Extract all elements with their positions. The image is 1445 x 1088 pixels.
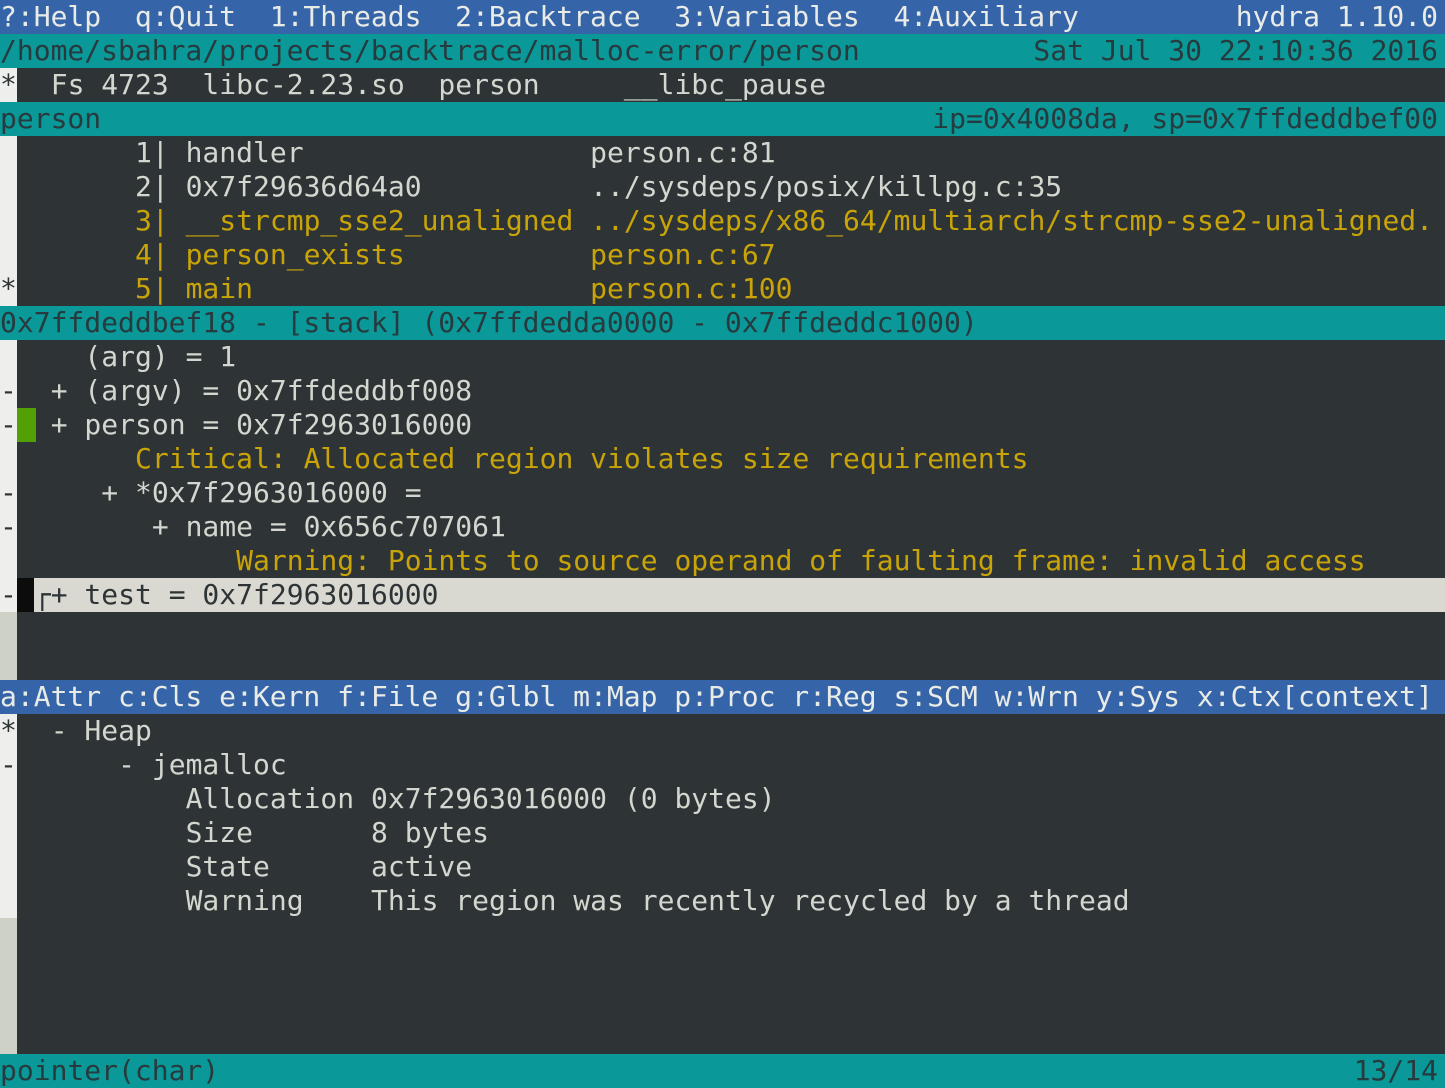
- expand-marker[interactable]: -: [0, 578, 17, 612]
- gutter-cell: [0, 612, 17, 646]
- expand-marker[interactable]: -: [0, 510, 17, 544]
- expand-marker[interactable]: -: [0, 476, 17, 510]
- stack-region-bar: 0x7ffdeddbef18 - [stack] (0x7ffdedda0000…: [0, 306, 1445, 340]
- backtrace-frame[interactable]: 1| handler person.c:81: [17, 136, 1445, 170]
- frame-marker: [0, 136, 17, 170]
- auxiliary-key-bar: a:Attr c:Cls e:Kern f:File g:Glbl m:Map …: [0, 680, 1445, 714]
- variable-text[interactable]: + *0x7f2963016000 =: [17, 476, 1445, 510]
- frame-marker: *: [0, 272, 17, 306]
- critical-message: Critical: Allocated region violates size…: [17, 442, 1445, 476]
- heap-detail-row: Size 8 bytes: [0, 816, 1445, 850]
- variable-row-selected[interactable]: - ┌+ test = 0x7f2963016000: [0, 578, 1445, 612]
- green-marker-cell: [17, 408, 36, 442]
- variable-row[interactable]: - + name = 0x656c707061: [0, 510, 1445, 544]
- variable-row[interactable]: - + (argv) = 0x7ffdeddbf008: [0, 374, 1445, 408]
- frame-function: person: [0, 102, 101, 136]
- auxiliary-shortcuts[interactable]: a:Attr c:Cls e:Kern f:File g:Glbl m:Map …: [0, 680, 1433, 714]
- backtrace-row[interactable]: * 5| main person.c:100: [0, 272, 1445, 306]
- heap-detail: Warning This region was recently recycle…: [17, 884, 1445, 918]
- gutter-cell: [0, 646, 17, 680]
- thread-marker: *: [0, 68, 17, 102]
- gutter-cell: [0, 918, 17, 952]
- variable-text[interactable]: ┌+ test = 0x7f2963016000: [17, 578, 1445, 612]
- expand-marker[interactable]: -: [0, 408, 17, 442]
- stack-region-info: 0x7ffdeddbef18 - [stack] (0x7ffdedda0000…: [0, 306, 978, 340]
- warning-message: Warning: Points to source operand of fau…: [17, 544, 1445, 578]
- backtrace-row[interactable]: 1| handler person.c:81: [0, 136, 1445, 170]
- heap-marker: [0, 782, 17, 816]
- empty-row: [0, 952, 1445, 986]
- clock: Sat Jul 30 22:10:36 2016: [1033, 34, 1438, 68]
- variable-text[interactable]: (arg) = 1: [17, 340, 1445, 374]
- heap-detail: Size 8 bytes: [17, 816, 1445, 850]
- expand-marker: [0, 544, 17, 578]
- heap-marker: [0, 816, 17, 850]
- backtrace-frame[interactable]: 2| 0x7f29636d64a0 ../sysdeps/posix/killp…: [17, 170, 1445, 204]
- heap-marker: [0, 850, 17, 884]
- gutter-cell: [0, 952, 17, 986]
- heap-node[interactable]: - Heap: [17, 714, 1445, 748]
- heap-marker: *: [0, 714, 17, 748]
- status-bar: pointer(char) 13/14: [0, 1054, 1445, 1088]
- heap-detail-row: Allocation 0x7f2963016000 (0 bytes): [0, 782, 1445, 816]
- heap-detail: Allocation 0x7f2963016000 (0 bytes): [17, 782, 1445, 816]
- thread-row[interactable]: * Fs 4723 libc-2.23.so person __libc_pau…: [0, 68, 1445, 102]
- position-indicator: 13/14: [1354, 1054, 1438, 1088]
- variable-text[interactable]: + person = 0x7f2963016000: [17, 408, 1445, 442]
- frame-bar: person ip=0x4008da, sp=0x7ffdeddbef00: [0, 102, 1445, 136]
- empty-row: [0, 1020, 1445, 1054]
- variable-row[interactable]: - + person = 0x7f2963016000: [0, 408, 1445, 442]
- type-indicator: pointer(char): [0, 1054, 219, 1088]
- menu-bar: ?:Help q:Quit 1:Threads 2:Backtrace 3:Va…: [0, 0, 1445, 34]
- menu-shortcuts[interactable]: ?:Help q:Quit 1:Threads 2:Backtrace 3:Va…: [0, 0, 1079, 34]
- frame-marker: [0, 204, 17, 238]
- variable-row[interactable]: (arg) = 1: [0, 340, 1445, 374]
- expand-marker: [0, 340, 17, 374]
- backtrace-row[interactable]: 2| 0x7f29636d64a0 ../sysdeps/posix/killp…: [0, 170, 1445, 204]
- gutter-cell: [0, 986, 17, 1020]
- backtrace-frame[interactable]: 4| person_exists person.c:67: [17, 238, 1445, 272]
- working-directory: /home/sbahra/projects/backtrace/malloc-e…: [0, 34, 860, 68]
- heap-detail: State active: [17, 850, 1445, 884]
- empty-row: [0, 612, 1445, 646]
- path-bar: /home/sbahra/projects/backtrace/malloc-e…: [0, 34, 1445, 68]
- frame-registers: ip=0x4008da, sp=0x7ffdeddbef00: [932, 102, 1438, 136]
- heap-node[interactable]: - jemalloc: [17, 748, 1445, 782]
- variable-text[interactable]: + name = 0x656c707061: [17, 510, 1445, 544]
- frame-marker: [0, 238, 17, 272]
- backtrace-frame[interactable]: 5| main person.c:100: [17, 272, 1445, 306]
- heap-tree-row[interactable]: - - jemalloc: [0, 748, 1445, 782]
- heap-detail-row: State active: [0, 850, 1445, 884]
- app-version: hydra 1.10.0: [1236, 0, 1438, 34]
- heap-tree-row[interactable]: * - Heap: [0, 714, 1445, 748]
- variable-text[interactable]: + (argv) = 0x7ffdeddbf008: [17, 374, 1445, 408]
- cursor-cell: [17, 578, 34, 612]
- backtrace-row[interactable]: 4| person_exists person.c:67: [0, 238, 1445, 272]
- backtrace-frame[interactable]: 3| __strcmp_sse2_unaligned ../sysdeps/x8…: [17, 204, 1445, 238]
- variable-message-row: Critical: Allocated region violates size…: [0, 442, 1445, 476]
- empty-row: [0, 918, 1445, 952]
- expand-marker[interactable]: -: [0, 374, 17, 408]
- thread-info[interactable]: Fs 4723 libc-2.23.so person __libc_pause: [17, 68, 1445, 102]
- heap-marker: -: [0, 748, 17, 782]
- heap-marker: [0, 884, 17, 918]
- hydra-debugger-window: ?:Help q:Quit 1:Threads 2:Backtrace 3:Va…: [0, 0, 1445, 1088]
- backtrace-row[interactable]: 3| __strcmp_sse2_unaligned ../sysdeps/x8…: [0, 204, 1445, 238]
- gutter-cell: [0, 1020, 17, 1054]
- empty-row: [0, 986, 1445, 1020]
- variable-row[interactable]: - + *0x7f2963016000 =: [0, 476, 1445, 510]
- empty-row: [0, 646, 1445, 680]
- heap-detail-row: Warning This region was recently recycle…: [0, 884, 1445, 918]
- expand-marker: [0, 442, 17, 476]
- variable-message-row: Warning: Points to source operand of fau…: [0, 544, 1445, 578]
- frame-marker: [0, 170, 17, 204]
